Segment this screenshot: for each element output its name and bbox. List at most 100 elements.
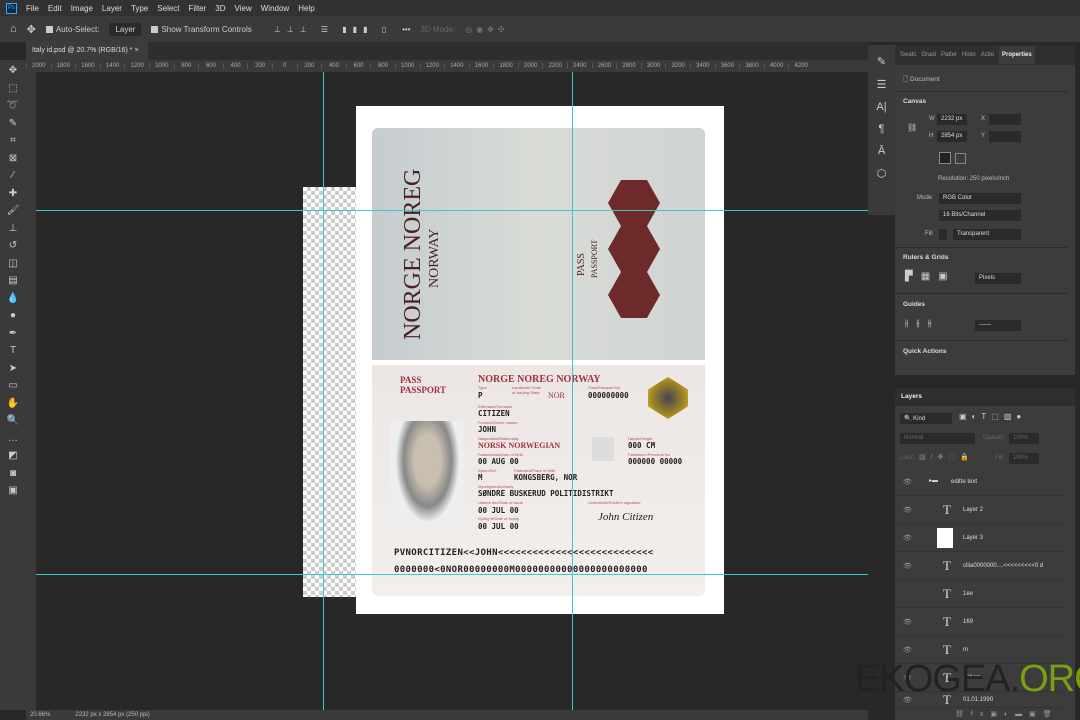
color-swatches-icon[interactable]: ◩ — [6, 449, 20, 464]
show-transform-checkbox[interactable]: Show Transform Controls — [151, 25, 252, 34]
mode-dropdown[interactable]: RGB Color — [939, 193, 1021, 204]
stamp-tool-icon[interactable]: ⊥ — [6, 222, 20, 237]
guide-vertical[interactable] — [572, 72, 573, 710]
menu-file[interactable]: File — [26, 4, 39, 13]
dodge-tool-icon[interactable]: ● — [6, 309, 20, 324]
menu-view[interactable]: View — [235, 4, 252, 13]
fill-swatch[interactable] — [939, 229, 947, 240]
quick-mask-icon[interactable]: ◙ — [6, 467, 20, 482]
menu-layer[interactable]: Layer — [102, 4, 122, 13]
layer-row[interactable]: 👁 T Layer 2 — [895, 496, 1065, 524]
pen-tool-icon[interactable]: ✒ — [6, 327, 20, 342]
document-tab[interactable]: Italy id.psd @ 20.7% (RGB/16) * × — [26, 42, 148, 60]
brush-settings-icon[interactable]: ✎ — [877, 55, 886, 68]
tab-gradients[interactable]: Gradi — [921, 52, 936, 58]
opacity-field[interactable]: 100% — [1009, 433, 1039, 444]
layer-row[interactable]: 👁 T 169 — [895, 608, 1065, 636]
eye-icon[interactable]: 👁 — [903, 618, 912, 626]
zoom-level[interactable]: 20.66% — [30, 712, 50, 718]
tab-properties[interactable]: Properties — [999, 46, 1035, 64]
height-field[interactable]: 2854 px — [937, 131, 967, 142]
menu-image[interactable]: Image — [71, 4, 93, 13]
eye-icon[interactable]: 👁 — [903, 506, 912, 514]
guide-style-dropdown[interactable]: —— — [975, 320, 1021, 331]
menu-3d[interactable]: 3D — [215, 4, 225, 13]
blend-mode-dropdown[interactable]: Normal — [900, 433, 975, 444]
menu-help[interactable]: Help — [298, 4, 314, 13]
screen-mode-icon[interactable]: ▣ — [6, 484, 20, 499]
gradient-tool-icon[interactable]: ▤ — [6, 274, 20, 289]
eye-icon[interactable]: 👁 — [903, 534, 912, 542]
layer-row[interactable]: · T 1ee — [895, 580, 1065, 608]
type-tool-icon[interactable]: T — [6, 344, 20, 359]
y-field[interactable] — [989, 131, 1021, 142]
menu-select[interactable]: Select — [157, 4, 179, 13]
3d-tools-icons[interactable]: ◎◉✥✣ — [465, 25, 508, 34]
tab-patterns[interactable]: Patter — [941, 52, 957, 58]
crop-tool-icon[interactable]: ⌗ — [6, 134, 20, 149]
lasso-tool-icon[interactable]: ➰ — [6, 99, 20, 114]
portrait-orientation-icon[interactable] — [939, 152, 951, 164]
menu-filter[interactable]: Filter — [189, 4, 207, 13]
ruler-grid-icons[interactable]: ▛▦▣ — [905, 271, 956, 282]
eye-icon[interactable]: 👁 — [903, 562, 912, 570]
more-tools-icon[interactable]: … — [6, 432, 20, 447]
kind-filter-dropdown[interactable]: 🔍 Kind — [900, 413, 952, 424]
hand-tool-icon[interactable]: ✋ — [6, 397, 20, 412]
width-field[interactable]: 2232 px — [937, 114, 967, 125]
layer-row[interactable]: 👁 Tcilia0000000....<<<<<<<<<0 d — [895, 552, 1065, 580]
guide-horizontal[interactable] — [36, 574, 868, 575]
home-icon[interactable]: ⌂ — [10, 23, 17, 35]
quick-actions-section[interactable]: Quick Actions — [895, 348, 946, 355]
character-icon[interactable]: A| — [876, 101, 886, 113]
guide-horizontal[interactable] — [36, 210, 868, 211]
link-icon[interactable]: ⛓ — [907, 123, 917, 132]
history-brush-icon[interactable]: ↺ — [6, 239, 20, 254]
tab-actions[interactable]: Actio — [981, 52, 994, 58]
x-field[interactable] — [989, 114, 1021, 125]
eyedropper-tool-icon[interactable]: ⁄ — [6, 169, 20, 184]
healing-tool-icon[interactable]: ✚ — [6, 187, 20, 202]
layer-row[interactable]: 👁 Layer 3 — [895, 524, 1065, 552]
rulers-grids-section[interactable]: Rulers & Grids — [895, 254, 949, 261]
blur-tool-icon[interactable]: 💧 — [6, 292, 20, 307]
zoom-tool-icon[interactable]: 🔍 — [6, 414, 20, 429]
more-options-button[interactable]: ••• — [402, 25, 410, 34]
fill-dropdown[interactable]: Transparent — [953, 229, 1021, 240]
layer-actions-icons[interactable]: ⛓fx▣◐▬▣🗑 — [955, 710, 1059, 718]
glyphs-icon[interactable]: Ā — [878, 145, 885, 157]
adjustments-icon[interactable]: ☰ — [877, 78, 887, 91]
eye-icon[interactable]: 👁 — [903, 478, 912, 486]
paragraph-icon[interactable]: ¶ — [879, 123, 885, 135]
eraser-tool-icon[interactable]: ◫ — [6, 257, 20, 272]
3d-icon[interactable]: ⬡ — [877, 167, 887, 180]
brush-tool-icon[interactable]: 🖌 — [6, 204, 20, 219]
rectangle-tool-icon[interactable]: ▭ — [6, 379, 20, 394]
close-tab-icon[interactable]: × — [134, 47, 138, 54]
tab-history[interactable]: Histo — [962, 52, 976, 58]
eye-hidden-icon[interactable]: · — [903, 590, 905, 597]
menu-edit[interactable]: Edit — [48, 4, 62, 13]
frame-tool-icon[interactable]: ⊠ — [6, 152, 20, 167]
guides-section[interactable]: Guides — [895, 301, 925, 308]
marquee-tool-icon[interactable]: ⬚ — [6, 82, 20, 97]
quick-select-tool-icon[interactable]: ✎ — [6, 117, 20, 132]
align-icons[interactable]: ⊥⊥⊥ ☰ ▮▮▮ ▯ — [274, 25, 392, 34]
menu-type[interactable]: Type — [131, 4, 148, 13]
guide-icons[interactable]: ⫲⫲⫳ — [905, 318, 940, 329]
auto-select-checkbox[interactable]: Auto-Select: — [45, 25, 99, 34]
auto-select-target-dropdown[interactable]: Layer — [109, 22, 142, 36]
units-dropdown[interactable]: Pixels — [975, 273, 1021, 284]
menu-window[interactable]: Window — [261, 4, 289, 13]
layer-fill-field[interactable]: 100% — [1009, 453, 1039, 464]
layers-tab[interactable]: Layers — [895, 388, 1075, 406]
lock-icons[interactable]: ▧/✥⬚🔒 — [919, 453, 974, 461]
move-tool-icon[interactable]: ✥ — [6, 64, 20, 79]
landscape-orientation-icon[interactable] — [955, 153, 966, 164]
bit-depth-dropdown[interactable]: 16 Bits/Channel — [939, 210, 1021, 221]
move-tool-icon[interactable]: ✥ — [27, 23, 36, 36]
layer-group[interactable]: 👁 ▸▬ editte text — [895, 468, 1065, 496]
guide-vertical[interactable] — [323, 72, 324, 710]
tab-swatches[interactable]: Swatc — [900, 52, 916, 58]
path-select-tool-icon[interactable]: ➤ — [6, 362, 20, 377]
